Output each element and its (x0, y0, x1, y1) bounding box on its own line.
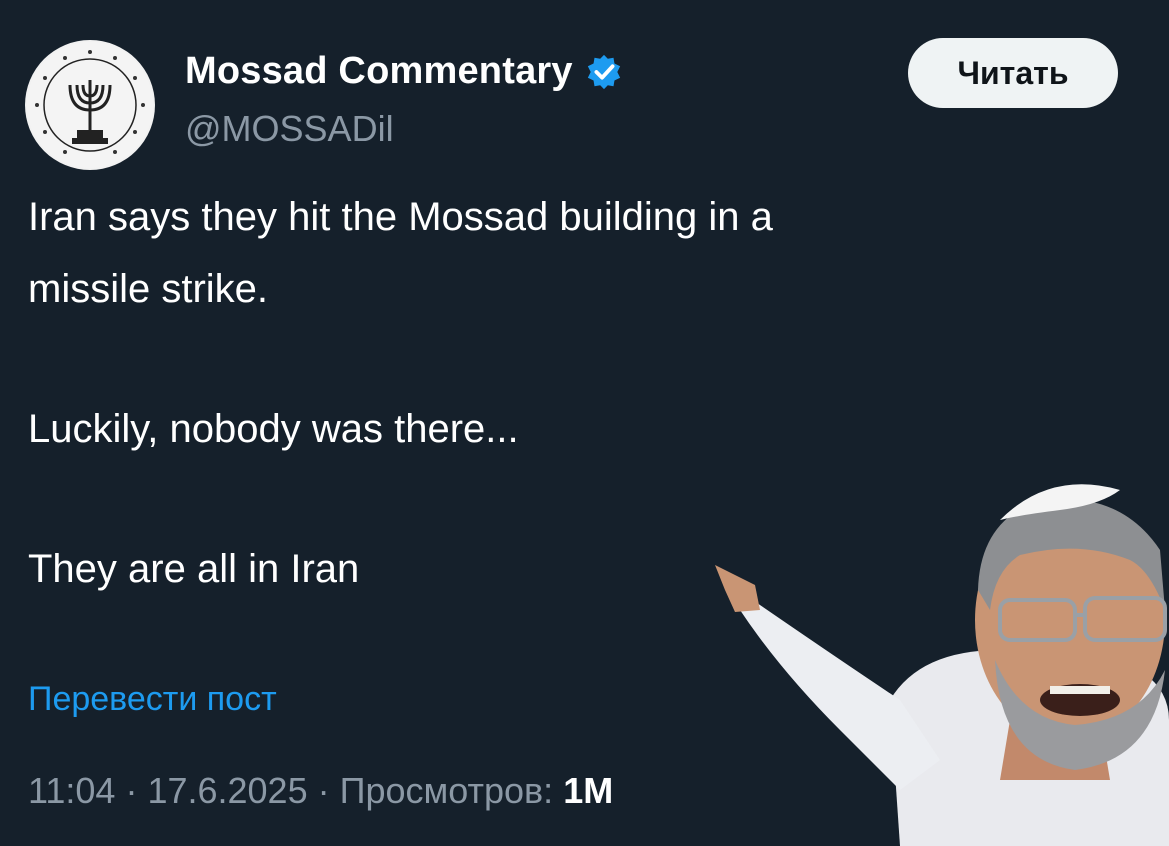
pointing-man-image (715, 484, 1169, 846)
follow-button[interactable]: Читать (908, 38, 1118, 108)
views-count: 1M (563, 770, 614, 811)
tweet-text-line-3: Luckily, nobody was there... (28, 407, 519, 451)
author-handle[interactable]: @MOSSADil (185, 108, 394, 150)
author-name-row[interactable]: Mossad Commentary (185, 50, 623, 93)
menorah-seal-icon (27, 42, 153, 168)
meta-separator: · (317, 770, 340, 811)
verified-badge-icon (587, 54, 620, 89)
author-avatar[interactable] (25, 40, 155, 170)
tweet-text-line-1: Iran says they hit the Mossad building i… (28, 195, 773, 239)
views-label: Просмотров: (339, 770, 554, 811)
tweet-date[interactable]: 17.6.2025 (147, 770, 307, 811)
meta-separator: · (125, 770, 148, 811)
tweet-meta: 11:04 · 17.6.2025 · Просмотров: 1M (28, 770, 613, 812)
tweet-text-line-4: They are all in Iran (28, 547, 360, 591)
tweet-text-line-2: missile strike. (28, 267, 269, 311)
author-display-name[interactable]: Mossad Commentary (185, 50, 573, 93)
translate-post-link[interactable]: Перевести пост (28, 680, 277, 719)
tweet-time[interactable]: 11:04 (28, 770, 115, 811)
